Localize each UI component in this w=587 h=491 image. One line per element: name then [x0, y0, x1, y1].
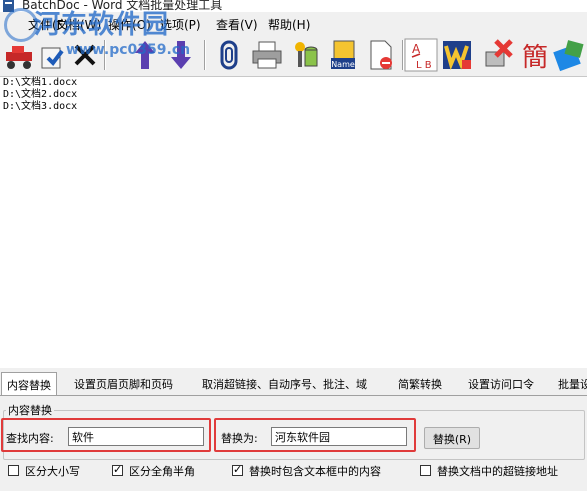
replace-text-button[interactable]: AL B [404, 38, 438, 72]
clear-icon [485, 39, 513, 67]
checkbox-box [112, 463, 123, 476]
replace-panel: 内容替换 查找内容: 替换为: 替换(R) 区分大小写 区分全角半角 替换时包含… [0, 396, 587, 491]
rename-icon: Name [331, 40, 355, 69]
checkbox-label: 替换文档中的超链接地址 [437, 465, 558, 478]
watermark-logo-icon [4, 8, 38, 42]
clear-button[interactable] [480, 38, 514, 72]
clip-button[interactable] [212, 38, 246, 72]
checkbox-box [232, 463, 243, 476]
word-icon [443, 41, 471, 71]
word-button[interactable] [440, 38, 474, 72]
replace-button[interactable]: 替换(R) [424, 427, 480, 449]
replace-text-icon: AL B [404, 38, 438, 72]
find-input[interactable] [68, 427, 204, 446]
menu-help[interactable]: 帮助(H) [268, 16, 310, 33]
rename-icon-label: Name [331, 60, 355, 69]
tools-button[interactable] [552, 38, 586, 72]
replace-hyperlink-checkbox[interactable]: 替换文档中的超链接地址 [420, 463, 558, 479]
menu-view[interactable]: 查看(V) [216, 16, 258, 33]
run-button[interactable] [2, 38, 36, 72]
checkbox-label: 替换时包含文本框中的内容 [249, 465, 381, 478]
checkbox-label: 区分大小写 [25, 465, 80, 478]
watermark-logo: 河东软件园 [34, 10, 170, 40]
checkbox-label: 区分全角半角 [129, 465, 195, 478]
add-file-button[interactable] [36, 38, 70, 72]
tab-access-password[interactable]: 设置访问口令 [468, 376, 534, 392]
printer-icon [252, 41, 282, 69]
print-button[interactable] [250, 38, 284, 72]
file-list-item[interactable]: D:\文档1.docx [3, 77, 77, 89]
file-list-item[interactable]: D:\文档2.docx [3, 89, 77, 101]
run-icon [6, 46, 32, 69]
database-icon [295, 42, 318, 67]
rename-button[interactable]: Name [326, 38, 360, 72]
function-tabs: 内容替换 设置页眉页脚和页码 取消超链接、自动序号、批注、域 简繁转换 设置访问… [0, 368, 587, 396]
traditional-icon: 簡 [522, 43, 548, 72]
match-case-checkbox[interactable]: 区分大小写 [8, 463, 80, 479]
tools-icon [553, 40, 584, 72]
tab-remove-links[interactable]: 取消超链接、自动序号、批注、域 [202, 376, 367, 392]
replace-group-title: 内容替换 [6, 402, 54, 418]
traditional-icon-glyph: 簡 [522, 43, 548, 72]
traditional-chinese-button[interactable]: 簡 [518, 38, 552, 72]
file-list[interactable]: D:\文档1.docx D:\文档2.docx D:\文档3.docx [0, 76, 587, 368]
replace-icon-glyph-b: L B [416, 60, 432, 71]
delete-doc-button[interactable] [364, 38, 398, 72]
clip-icon [220, 40, 238, 70]
checkbox-box [8, 465, 19, 476]
tab-batch-settings[interactable]: 批量设 [558, 376, 587, 392]
tab-header-footer[interactable]: 设置页眉页脚和页码 [74, 376, 173, 392]
tab-simplified-traditional[interactable]: 简繁转换 [398, 376, 442, 392]
watermark-url: www.pc0359.cn [66, 42, 191, 58]
delete-doc-icon [370, 40, 392, 70]
toolbar-separator [204, 40, 206, 70]
include-textbox-checkbox[interactable]: 替换时包含文本框中的内容 [232, 463, 381, 479]
replace-label: 替换为: [221, 432, 258, 445]
match-width-checkbox[interactable]: 区分全角半角 [112, 463, 195, 479]
checkbox-box [420, 465, 431, 476]
find-label: 查找内容: [6, 432, 54, 445]
add-file-icon [41, 47, 64, 69]
database-button[interactable] [288, 38, 322, 72]
replace-input[interactable] [271, 427, 407, 446]
tab-content-replace[interactable]: 内容替换 [1, 372, 57, 395]
file-list-item[interactable]: D:\文档3.docx [3, 101, 77, 113]
